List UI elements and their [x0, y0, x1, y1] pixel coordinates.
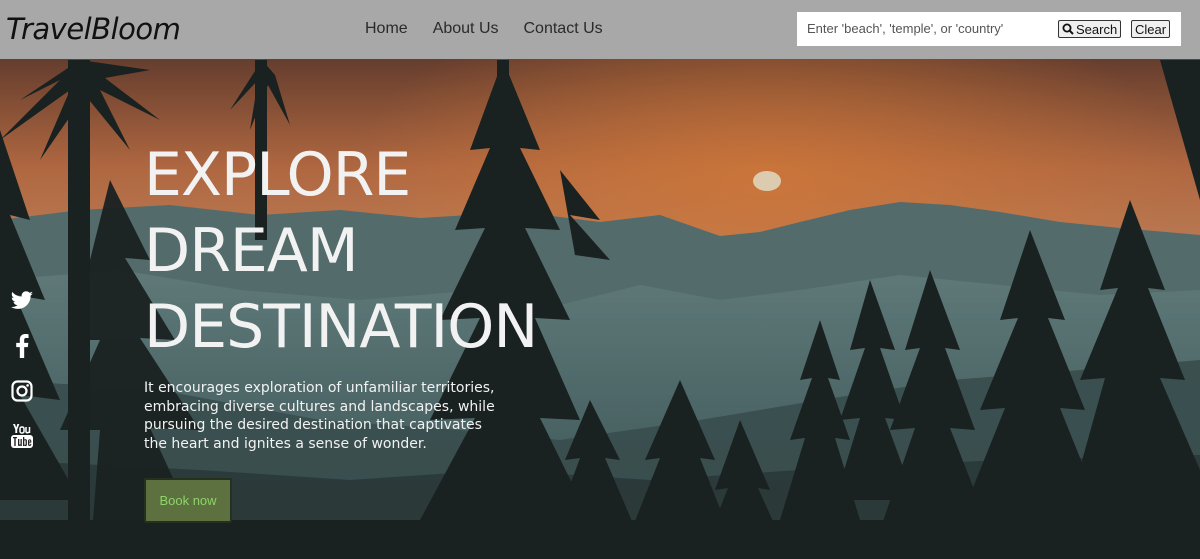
hero-title: EXPLORE DREAM DESTINATION	[144, 137, 538, 365]
search-box: Search Clear	[797, 12, 1181, 46]
hero-title-line: DESTINATION	[144, 292, 538, 362]
clear-button[interactable]: Clear	[1131, 20, 1171, 38]
nav-link-home[interactable]: Home	[365, 20, 408, 38]
instagram-icon[interactable]	[8, 380, 36, 402]
brand-logo[interactable]: TravelBloom	[6, 12, 181, 46]
facebook-icon[interactable]	[8, 334, 36, 358]
search-button-label: Search	[1076, 21, 1118, 37]
hero-description: It encourages exploration of unfamiliar …	[144, 380, 495, 452]
youtube-icon[interactable]	[8, 423, 36, 449]
nav-links: Home About Us Contact Us	[365, 20, 603, 38]
navbar: TravelBloom Home About Us Contact Us Sea…	[0, 0, 1200, 59]
nav-link-about-us[interactable]: About Us	[433, 20, 499, 38]
hero-title-line: DREAM	[144, 216, 359, 286]
search-button[interactable]: Search	[1058, 20, 1122, 38]
search-icon	[1062, 23, 1074, 35]
hero-title-line: EXPLORE	[144, 140, 411, 210]
twitter-icon[interactable]	[8, 290, 36, 312]
book-now-button[interactable]: Book now	[144, 478, 232, 523]
nav-link-contact-us[interactable]: Contact Us	[524, 20, 603, 38]
search-input[interactable]	[799, 16, 1045, 40]
